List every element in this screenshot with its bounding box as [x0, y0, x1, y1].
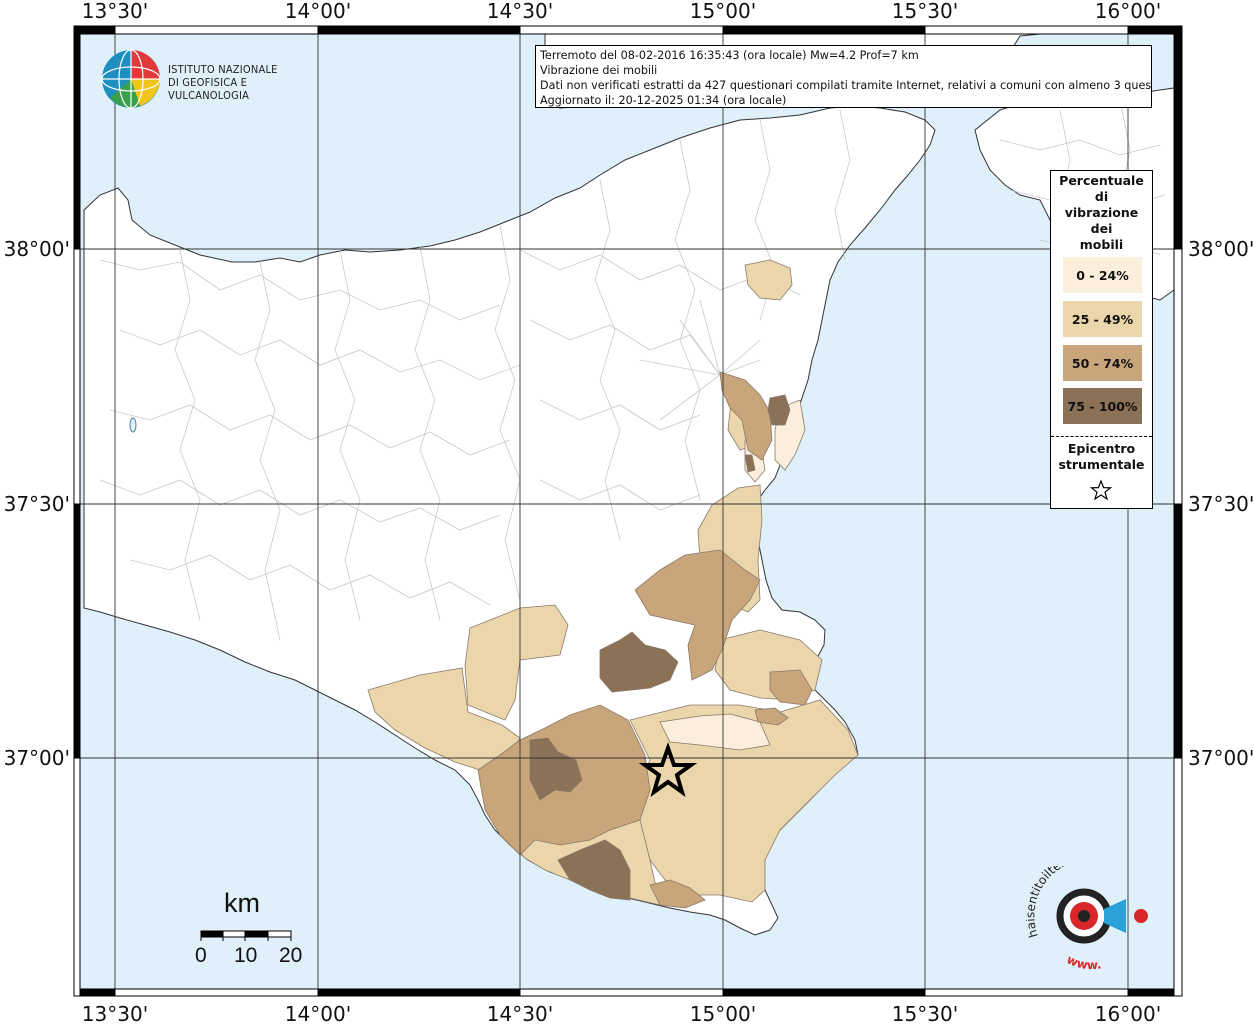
- left-tick-label: 37°00': [4, 746, 70, 770]
- lake: [129, 417, 137, 433]
- legend-title-line: dei: [1090, 221, 1113, 236]
- legend-epicentre-label: Epicentro strumentale: [1051, 441, 1152, 473]
- star-icon: [1089, 479, 1113, 501]
- top-tick-label: 15°00': [690, 0, 756, 23]
- area-75-100: [767, 394, 791, 426]
- right-tick-label: 38°00': [1188, 237, 1254, 261]
- update-time: Aggiornato il: 20-12-2025 01:34 (ora loc…: [540, 94, 787, 107]
- logo-line-1: ISTITUTO NAZIONALE: [168, 63, 278, 76]
- bottom-tick-label: 15°30': [892, 1002, 958, 1024]
- data-disclaimer: Dati non verificati estratti da 427 ques…: [540, 79, 1152, 92]
- bottom-tick-label: 15°00': [690, 1002, 756, 1024]
- legend-class-50-74: 50 - 74%: [1063, 345, 1142, 381]
- ingv-globe-icon: [101, 49, 161, 109]
- top-tick-label: 14°00': [285, 0, 351, 23]
- top-tick-label: 14°30': [487, 0, 553, 23]
- scale-bar-graphic: [200, 930, 292, 941]
- event-title: Terremoto del 08-02-2016 16:35:43 (ora l…: [540, 49, 919, 62]
- legend-title: Percentuale di vibrazione dei mobili: [1051, 173, 1152, 253]
- bottom-tick-label: 16°00': [1095, 1002, 1161, 1024]
- legend-title-line: Percentuale: [1059, 173, 1144, 188]
- ingv-logo: ISTITUTO NAZIONALE DI GEOFISICA E VULCAN…: [100, 48, 330, 110]
- legend-title-line: mobili: [1079, 237, 1124, 252]
- legend-title-line: di: [1094, 189, 1109, 204]
- logo-line-2: DI GEOFISICA E VULCANOLOGIA: [168, 76, 250, 102]
- legend-separator: [1051, 436, 1152, 437]
- legend-epicentre-line: strumentale: [1058, 457, 1145, 472]
- scale-label-20: 20: [279, 944, 303, 967]
- legend-epicentre-line: Epicentro: [1067, 441, 1136, 456]
- bottom-tick-label: 13°30': [82, 1002, 148, 1024]
- map-subject: Vibrazione dei mobili: [540, 64, 658, 77]
- scale-label-10: 10: [234, 944, 258, 967]
- top-tick-label: 15°30': [892, 0, 958, 23]
- scale-unit: km: [224, 888, 260, 918]
- event-info-box: Terremoto del 08-02-2016 16:35:43 (ora l…: [535, 45, 1152, 108]
- right-tick-label: 37°30': [1188, 492, 1254, 516]
- top-tick-label: 13°30': [82, 0, 148, 23]
- top-tick-label: 16°00': [1095, 0, 1161, 23]
- hst-logo: haisentitoilterremoto.it www.: [1023, 848, 1166, 976]
- hst-megaphone-icon: haisentitoilterremoto.it www.: [1023, 848, 1148, 972]
- legend-class-0-24: 0 - 24%: [1063, 257, 1142, 293]
- right-tick-label: 37°00': [1188, 746, 1254, 770]
- left-tick-label: 38°00': [4, 237, 70, 261]
- legend-class-75-100: 75 - 100%: [1063, 388, 1142, 424]
- bottom-tick-label: 14°00': [285, 1002, 351, 1024]
- legend: Percentuale di vibrazione dei mobili 0 -…: [1050, 170, 1153, 509]
- left-tick-label: 37°30': [4, 492, 70, 516]
- scale-bar: km 0 10 20: [190, 888, 310, 968]
- legend-title-line: vibrazione: [1064, 205, 1139, 220]
- bottom-tick-label: 14°30': [487, 1002, 553, 1024]
- legend-class-25-49: 25 - 49%: [1063, 301, 1142, 337]
- scale-label-0: 0: [195, 944, 207, 967]
- hst-text-bottom: www.: [1065, 952, 1103, 972]
